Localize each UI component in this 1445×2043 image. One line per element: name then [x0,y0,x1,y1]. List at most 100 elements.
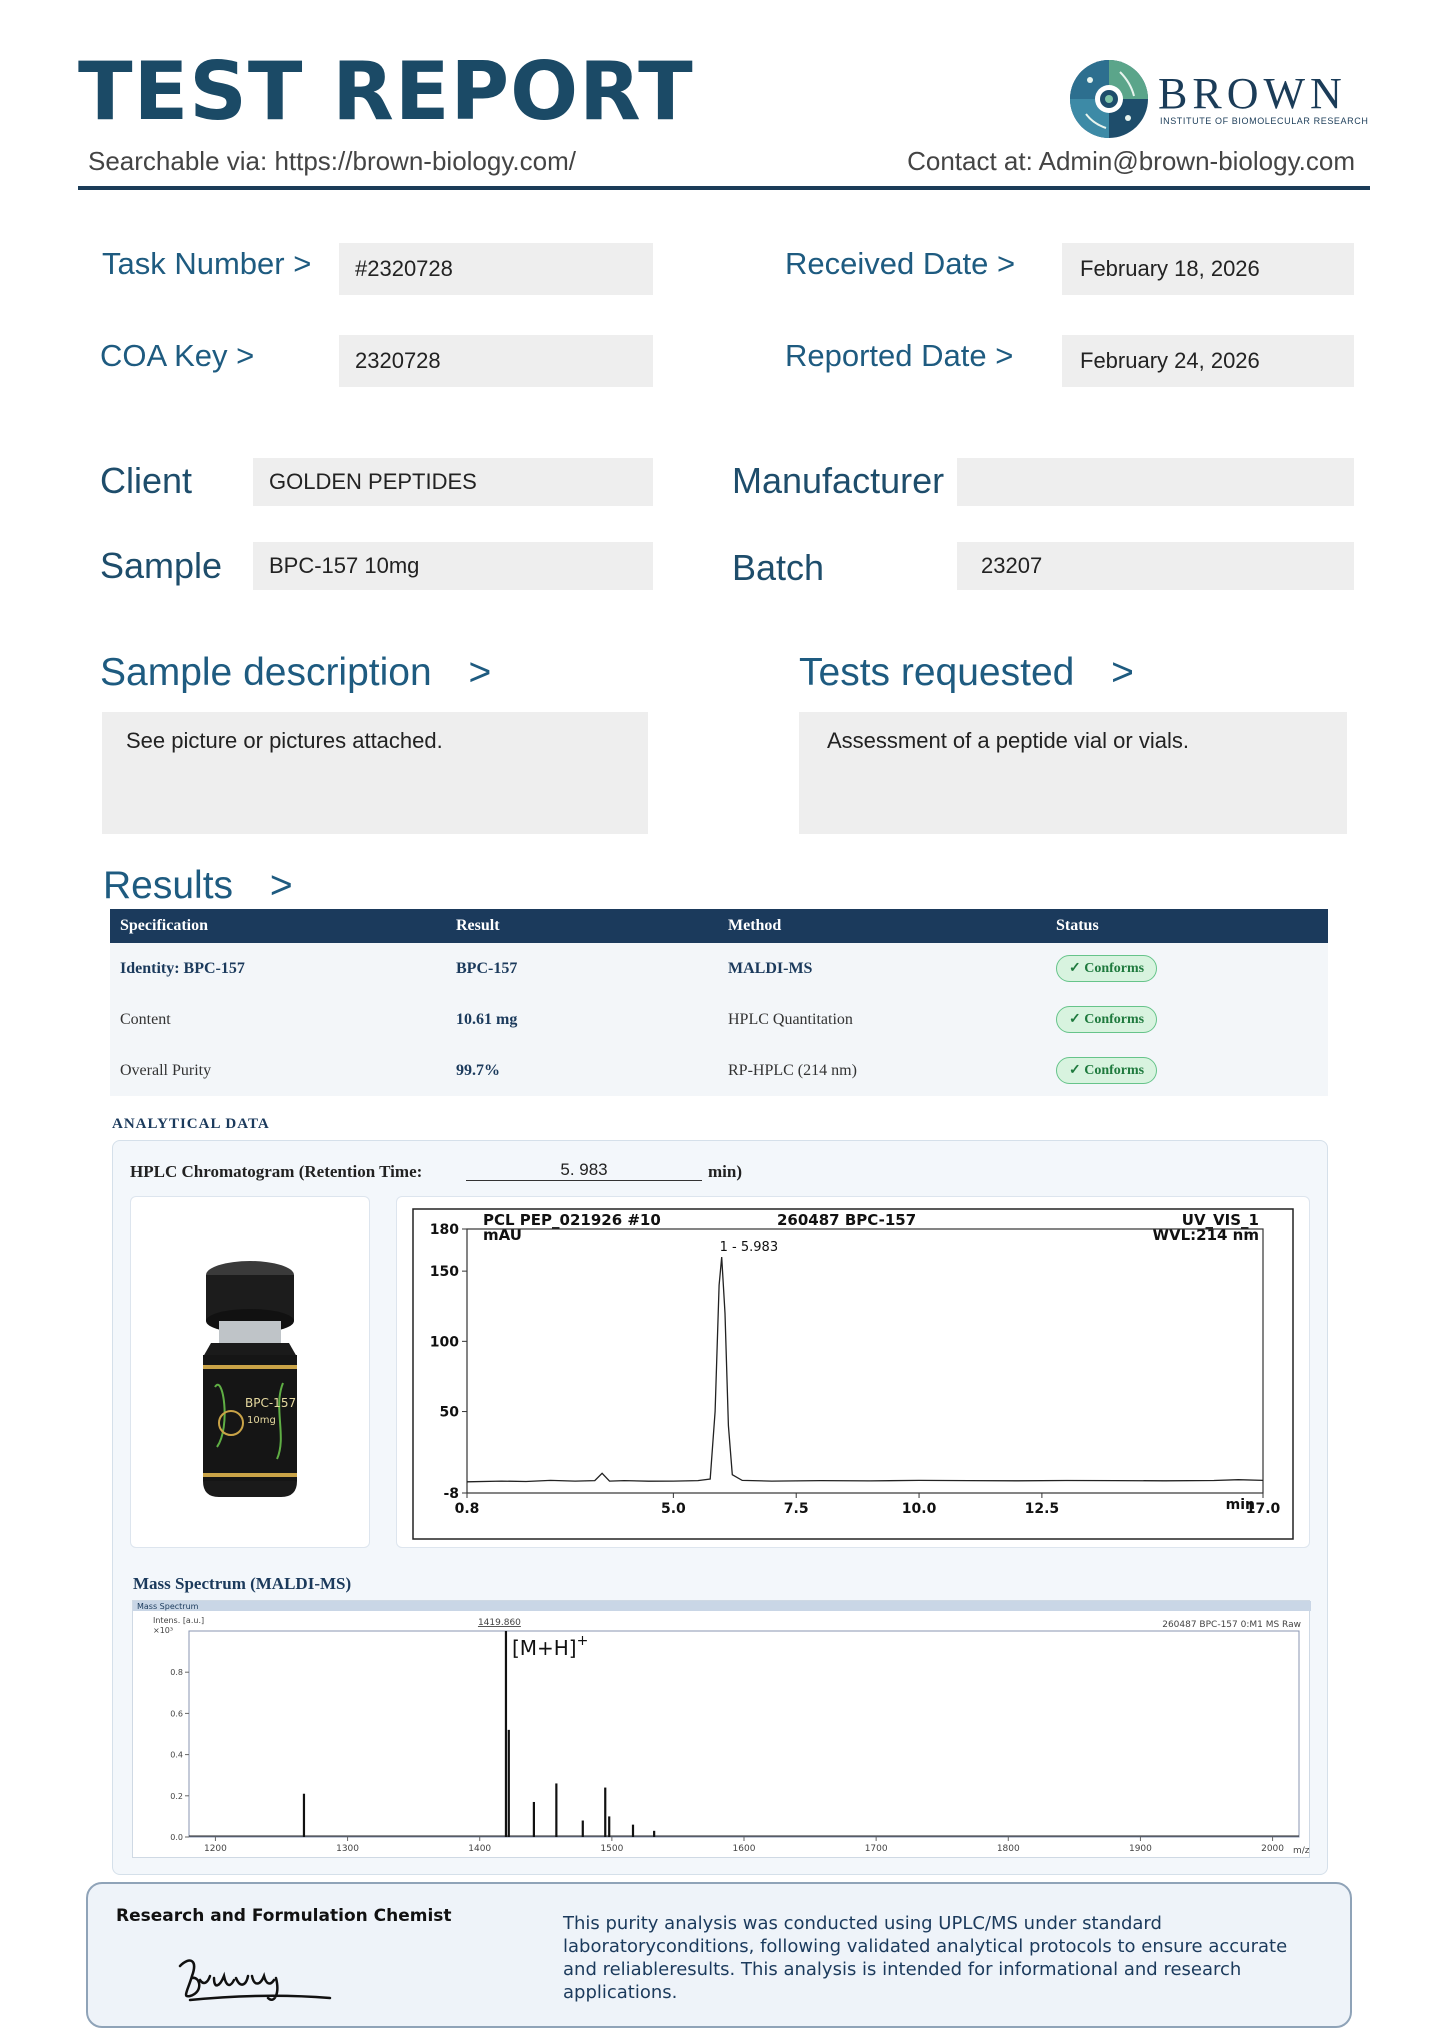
row-method: MALDI-MS [728,959,813,977]
sample-description-box: See picture or pictures attached. [102,712,648,834]
ms-peak-mz: 1419.860 [478,1618,521,1628]
chrom-y-tick-label: 180 [430,1222,459,1238]
row-method: RP-HPLC (214 nm) [728,1061,857,1079]
results-table: Specification Result Method Status Ident… [110,909,1328,1096]
vial-photo-frame: BPC-157 10mg [130,1196,370,1548]
ms-plot-area [188,1630,1300,1838]
chrom-y-tick-label: -8 [443,1486,459,1502]
row-method: HPLC Quantitation [728,1010,853,1028]
signature [178,1959,332,2002]
tests-requested-label: Tests requested [799,651,1075,694]
chrom-x-tick-label: 12.5 [1025,1501,1060,1517]
contact-email[interactable]: Contact at: Admin@brown-biology.com [907,146,1355,177]
ms-x-tick-label: 1300 [336,1844,359,1854]
ms-x-tick-label: 1500 [600,1844,623,1854]
retention-time-unit: min) [708,1162,742,1181]
row-spec: Overall Purity [120,1061,212,1079]
row-spec: Content [120,1010,171,1028]
manufacturer-label: Manufacturer [732,460,945,501]
chrom-x-tick-label: 17.0 [1246,1501,1281,1517]
mass-spectrum-title: Mass Spectrum (MALDI-MS) [133,1574,352,1593]
manufacturer-field [957,458,1354,506]
table-row: Overall Purity 99.7% RP-HPLC (214 nm) ✓ … [110,1045,1328,1096]
ms-x-tick-label: 1700 [865,1844,888,1854]
vial-photo: BPC-157 10mg [203,1261,297,1497]
brand-name: BROWN [1158,69,1347,118]
status-badge: ✓ Conforms [1056,955,1158,982]
hplc-chromatogram-frame: PCL PEP_021926 #10 260487 BPC-157 UV_VIS… [396,1196,1310,1548]
footer-disclaimer: This purity analysis was conducted using… [563,1913,1288,2003]
chrom-y-tick-label: 50 [440,1405,460,1421]
tests-requested-box: Assessment of a peptide vial or vials. [799,712,1347,834]
client-label: Client [100,460,193,501]
task-number-field: #2320728 [339,243,653,295]
chrom-x-tick-label: 10.0 [902,1501,937,1517]
report-title: TEST REPORT [78,45,694,138]
mass-spectrum-frame: Mass Spectrum 260487 BPC-157 0:M1 MS Raw… [132,1600,1311,1858]
status-badge: ✓ Conforms [1056,1057,1158,1084]
col-method: Method [728,917,782,934]
ms-y-tick-label: 0.8 [170,1668,183,1677]
client-field: GOLDEN PEPTIDES [253,458,653,506]
results-label: Results [103,864,234,907]
ms-y-exp: ×10³ [153,1626,173,1635]
vial-label-dose: 10mg [247,1415,276,1426]
searchable-url[interactable]: Searchable via: https://brown-biology.co… [88,146,576,177]
ms-x-tick-label: 1800 [997,1844,1020,1854]
batch-label: Batch [732,547,825,588]
ms-x-tick-label: 2000 [1261,1844,1284,1854]
chrom-outer-border [412,1208,1294,1540]
sample-description-label: Sample description [100,651,432,694]
received-date-label: Received Date > [785,246,1016,281]
reported-date-field: February 24, 2026 [1062,335,1354,387]
sample-field: BPC-157 10mg [253,542,653,590]
status-badge: ✓ Conforms [1056,1006,1158,1033]
reported-date-label: Reported Date > [785,338,1014,373]
table-row: Content 10.61 mg HPLC Quantitation ✓ Con… [110,994,1328,1045]
header-divider [78,186,1370,190]
ms-y-tick-label: 0.4 [170,1751,183,1760]
tests-requested-arrow: > [1111,651,1134,694]
col-status: Status [1056,917,1099,934]
ms-strip-title: Mass Spectrum [137,1602,199,1611]
task-number-label: Task Number > [102,246,312,281]
chrom-x-tick-label: 0.8 [455,1501,480,1517]
ms-x-tick-label: 1900 [1129,1844,1152,1854]
sample-description-heading: Sample description > [100,651,491,695]
sample-description-arrow: > [468,651,492,694]
chrom-x-tick-label: 5.0 [661,1501,686,1517]
chrom-plot-area [466,1228,1264,1494]
ms-peak-sup: + [577,1633,589,1649]
ms-y-label: Intens. [a.u.] [153,1616,204,1625]
analytical-data-heading: ANALYTICAL DATA [112,1116,270,1132]
sample-label: Sample [100,545,223,586]
results-heading: Results > [103,864,293,908]
brand-subtitle: INSTITUTE OF BIOMOLECULAR RESEARCH [1160,116,1369,126]
ms-x-unit: m/z [1293,1846,1310,1856]
col-result: Result [456,917,500,934]
chrom-y-tick-label: 150 [430,1264,459,1280]
chemist-title: Research and Formulation Chemist [116,1906,452,1926]
ms-y-tick-label: 0.2 [170,1792,183,1801]
row-result: 10.61 mg [456,1010,518,1028]
col-specification: Specification [120,917,208,934]
ms-x-tick-label: 1600 [733,1844,756,1854]
chrom-peak-label: 1 - 5.983 [720,1240,778,1255]
ms-y-tick-label: 0.0 [170,1833,183,1842]
received-date-field: February 18, 2026 [1062,243,1354,295]
retention-time-value: 5. 983 [466,1160,702,1181]
hplc-title: HPLC Chromatogram (Retention Time: [130,1162,423,1181]
ms-header-right: 260487 BPC-157 0:M1 MS Raw [1162,1620,1301,1630]
row-result: 99.7% [456,1061,500,1079]
ms-peak-annotation: [M+H]+ [512,1633,588,1660]
results-arrow: > [269,864,293,907]
row-result: BPC-157 [456,959,518,977]
coa-key-label: COA Key > [100,338,255,373]
row-spec: Identity: BPC-157 [120,959,245,977]
coa-key-field: 2320728 [339,335,653,387]
chrom-x-tick-label: 7.5 [784,1501,809,1517]
ms-y-tick-label: 0.6 [170,1709,183,1718]
brown-logo-icon [1070,60,1148,138]
chrom-trace [466,1257,1264,1483]
batch-field: 23207 [957,542,1354,590]
